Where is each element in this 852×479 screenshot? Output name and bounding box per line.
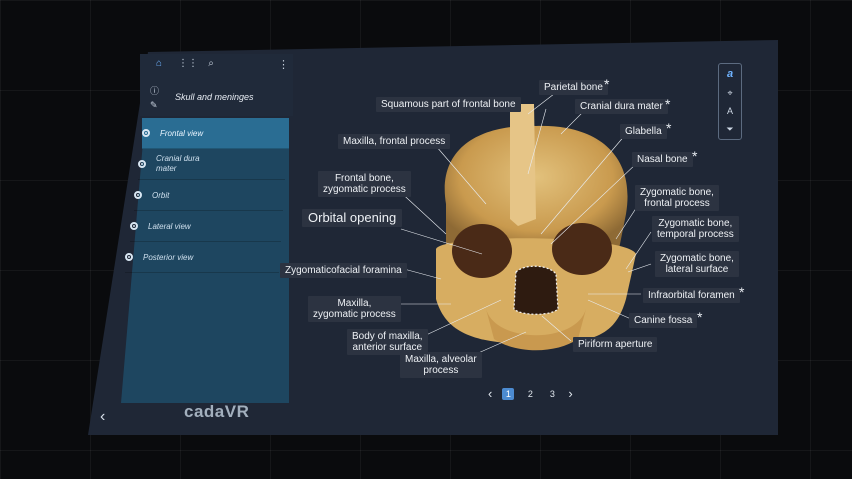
label-canine-fossa[interactable]: Canine fossa [629, 313, 698, 328]
radio-icon [138, 160, 146, 168]
info-icon[interactable]: ⓘ [150, 84, 159, 97]
view-item-orbit[interactable]: Orbit [134, 180, 283, 211]
right-orbit [552, 223, 612, 275]
label-zygomatic-lateral[interactable]: Zygomatic bone, lateral surface [655, 251, 739, 277]
grid-icon[interactable]: ⋮⋮ [178, 58, 198, 69]
pin-icon[interactable]: ⌖ [727, 88, 732, 99]
next-page-icon[interactable]: › [568, 386, 572, 401]
label-glabella[interactable]: Glabella [620, 124, 667, 139]
radio-icon [134, 191, 142, 199]
label-alveolar[interactable]: Maxilla, alveolar process [400, 352, 482, 378]
radio-icon [142, 129, 150, 137]
star-cranial-dura: * [665, 96, 671, 112]
view-item-posterior[interactable]: Posterior view [125, 242, 279, 273]
page-1[interactable]: 1 [502, 387, 515, 400]
tool-panel: a ⌖ A ⏷ [718, 63, 742, 140]
label-tool-icon[interactable]: a [727, 68, 733, 80]
translate-icon[interactable]: A [727, 106, 733, 116]
view-label: Cranial dura mater [156, 154, 200, 173]
view-item-cranial-dura[interactable]: Cranial dura mater [138, 149, 285, 180]
home-icon[interactable]: ⌂ [152, 58, 166, 69]
star-nasal: * [692, 148, 698, 164]
label-squamous-frontal[interactable]: Squamous part of frontal bone [376, 97, 521, 112]
label-zygomaticofacial[interactable]: Zygomaticofacial foramina [280, 263, 407, 278]
view-label: Orbit [152, 190, 170, 200]
view-item-lateral[interactable]: Lateral view [130, 211, 281, 242]
notes-icon[interactable]: ✎ [150, 100, 158, 111]
radio-icon [125, 253, 133, 261]
view-item-frontal[interactable]: Frontal view [142, 118, 289, 149]
view-label: Frontal view [160, 128, 204, 138]
label-maxilla-frontal[interactable]: Maxilla, frontal process [338, 134, 451, 149]
logo: cadaVR [184, 402, 250, 421]
section-title: Skull and meninges [175, 92, 254, 102]
pagination: ‹ 1 2 3 › [488, 386, 573, 401]
star-glabella: * [666, 120, 672, 136]
page-2[interactable]: 2 [524, 388, 536, 400]
label-infraorbital[interactable]: Infraorbital foramen [643, 288, 740, 303]
nasal-aperture [513, 265, 559, 315]
radio-icon [130, 222, 138, 230]
kebab-icon[interactable]: ⋮ [278, 58, 289, 71]
star-infraorbital: * [739, 284, 745, 300]
view-label: Lateral view [148, 221, 191, 231]
view-label: Posterior view [143, 252, 194, 262]
label-nasal-bone[interactable]: Nasal bone [632, 152, 693, 167]
label-zygomatic-temporal[interactable]: Zygomatic bone, temporal process [652, 216, 739, 242]
page-3[interactable]: 3 [546, 388, 558, 400]
back-arrow-icon[interactable]: ‹ [100, 408, 105, 426]
label-cranial-dura[interactable]: Cranial dura mater [575, 99, 668, 114]
star-parietal: * [604, 76, 610, 92]
label-maxilla-zygomatic[interactable]: Maxilla, zygomatic process [308, 296, 401, 322]
filter-icon[interactable]: ⏷ [726, 124, 733, 135]
prev-page-icon[interactable]: ‹ [488, 386, 492, 401]
label-frontal-zygomatic[interactable]: Frontal bone, zygomatic process [318, 171, 411, 197]
label-parietal-bone[interactable]: Parietal bone [539, 80, 608, 95]
dura-strip [510, 104, 536, 226]
search-icon[interactable]: ⌕ [204, 58, 218, 69]
sidebar-toolbar: ⌂ ⋮⋮ ⌕ [152, 58, 218, 69]
label-orbital-opening[interactable]: Orbital opening [302, 209, 403, 228]
left-orbit [452, 224, 512, 278]
label-piriform[interactable]: Piriform aperture [573, 337, 658, 352]
star-canine: * [697, 309, 703, 325]
label-zygomatic-frontal[interactable]: Zygomatic bone, frontal process [635, 185, 719, 211]
